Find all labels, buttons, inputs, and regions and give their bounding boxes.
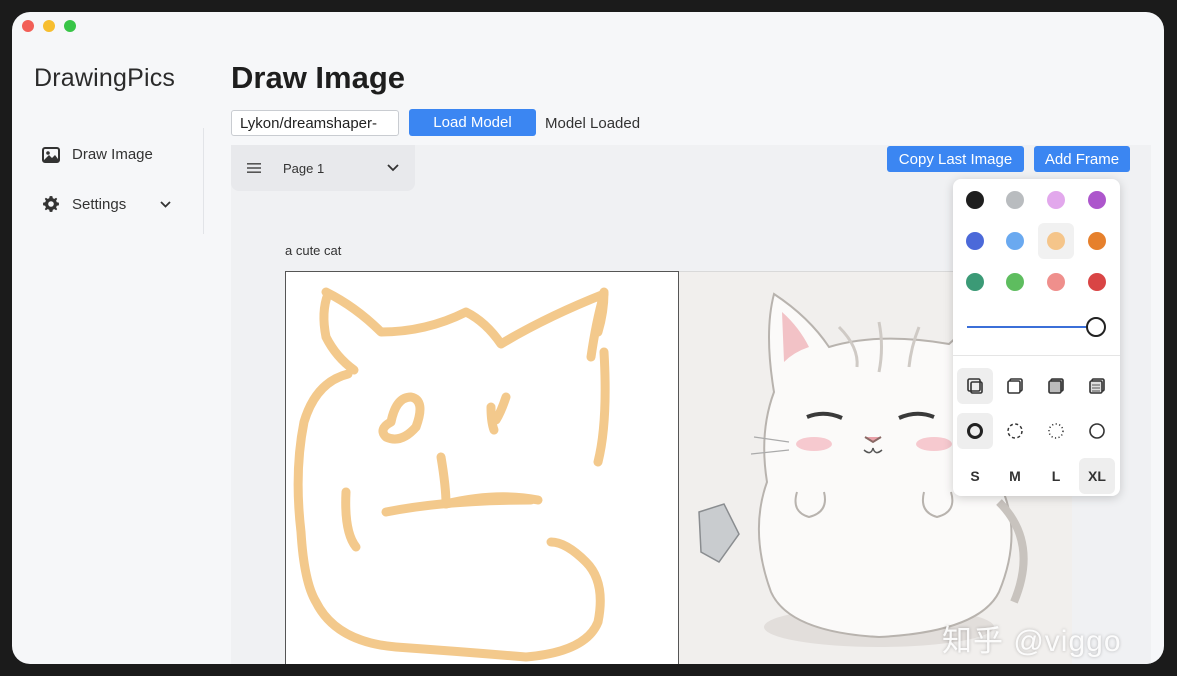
- size-xl-button[interactable]: XL: [1079, 458, 1115, 494]
- circle-solid-icon: [967, 423, 983, 439]
- popover-divider: [953, 355, 1120, 356]
- page-title: Draw Image: [231, 60, 406, 95]
- color-swatch[interactable]: [1088, 232, 1106, 250]
- color-swatch[interactable]: [1006, 232, 1024, 250]
- model-name-input[interactable]: [231, 110, 399, 136]
- sidebar-item-label: Settings: [72, 195, 127, 213]
- fill-pattern-button[interactable]: [1079, 368, 1115, 404]
- square-pattern-icon: [1089, 378, 1105, 394]
- color-swatch[interactable]: [966, 273, 984, 291]
- copy-last-image-button[interactable]: Copy Last Image: [887, 146, 1024, 172]
- stroke-solid-button[interactable]: [957, 413, 993, 449]
- page-label: Page 1: [283, 160, 325, 176]
- app-window: DrawingPics Draw Image Settings Draw Ima…: [12, 12, 1164, 664]
- stroke-dotted-button[interactable]: [1038, 413, 1074, 449]
- sketch-drawing: [293, 287, 610, 662]
- app-name: DrawingPics: [34, 64, 176, 92]
- stroke-slider-thumb[interactable]: [1086, 317, 1106, 337]
- square-solid-icon: [1048, 378, 1064, 394]
- size-l-button[interactable]: L: [1038, 458, 1074, 494]
- sidebar-item-settings[interactable]: Settings: [42, 195, 171, 213]
- drawing-canvas[interactable]: [285, 271, 679, 664]
- color-swatch[interactable]: [1006, 273, 1024, 291]
- color-swatch[interactable]: [1047, 232, 1065, 250]
- circle-dotted-icon: [1048, 423, 1064, 439]
- image-icon: [42, 146, 60, 163]
- fill-none-button[interactable]: [957, 368, 993, 404]
- watermark: 知乎 @viggo: [942, 625, 1122, 658]
- color-swatch[interactable]: [966, 232, 984, 250]
- chevron-down-icon: [387, 164, 399, 172]
- square-semi-icon: [1007, 378, 1023, 394]
- square-outline-icon: [967, 378, 983, 394]
- stroke-slider-track[interactable]: [967, 326, 1095, 328]
- gear-icon: [43, 196, 59, 212]
- sidebar: DrawingPics Draw Image Settings: [12, 12, 204, 664]
- size-s-button[interactable]: S: [957, 458, 993, 494]
- stroke-thin-button[interactable]: [1079, 413, 1115, 449]
- page-selector[interactable]: Page 1: [231, 145, 415, 191]
- color-swatch[interactable]: [1088, 273, 1106, 291]
- size-m-button[interactable]: M: [997, 458, 1033, 494]
- color-swatch[interactable]: [1047, 191, 1065, 209]
- brush-settings-popover: S M L XL: [953, 179, 1120, 496]
- color-swatch[interactable]: [1088, 191, 1106, 209]
- circle-outline-icon: [1089, 423, 1105, 439]
- chevron-down-icon[interactable]: [160, 200, 171, 208]
- sidebar-item-label: Draw Image: [72, 146, 153, 163]
- circle-dashed-icon: [1007, 423, 1023, 439]
- model-status: Model Loaded: [545, 115, 641, 132]
- color-swatch[interactable]: [966, 191, 984, 209]
- sidebar-divider: [203, 128, 204, 234]
- fill-semi-button[interactable]: [997, 368, 1033, 404]
- color-swatch[interactable]: [1047, 273, 1065, 291]
- color-swatch[interactable]: [1006, 191, 1024, 209]
- screen-frame: DrawingPics Draw Image Settings Draw Ima…: [0, 0, 1177, 676]
- prompt-text: a cute cat: [285, 243, 342, 258]
- menu-icon: [247, 163, 261, 173]
- stroke-dashed-button[interactable]: [997, 413, 1033, 449]
- fill-solid-button[interactable]: [1038, 368, 1074, 404]
- load-model-button[interactable]: Load Model: [409, 109, 536, 136]
- add-frame-button[interactable]: Add Frame: [1034, 146, 1130, 172]
- sidebar-item-draw-image[interactable]: Draw Image: [42, 146, 153, 163]
